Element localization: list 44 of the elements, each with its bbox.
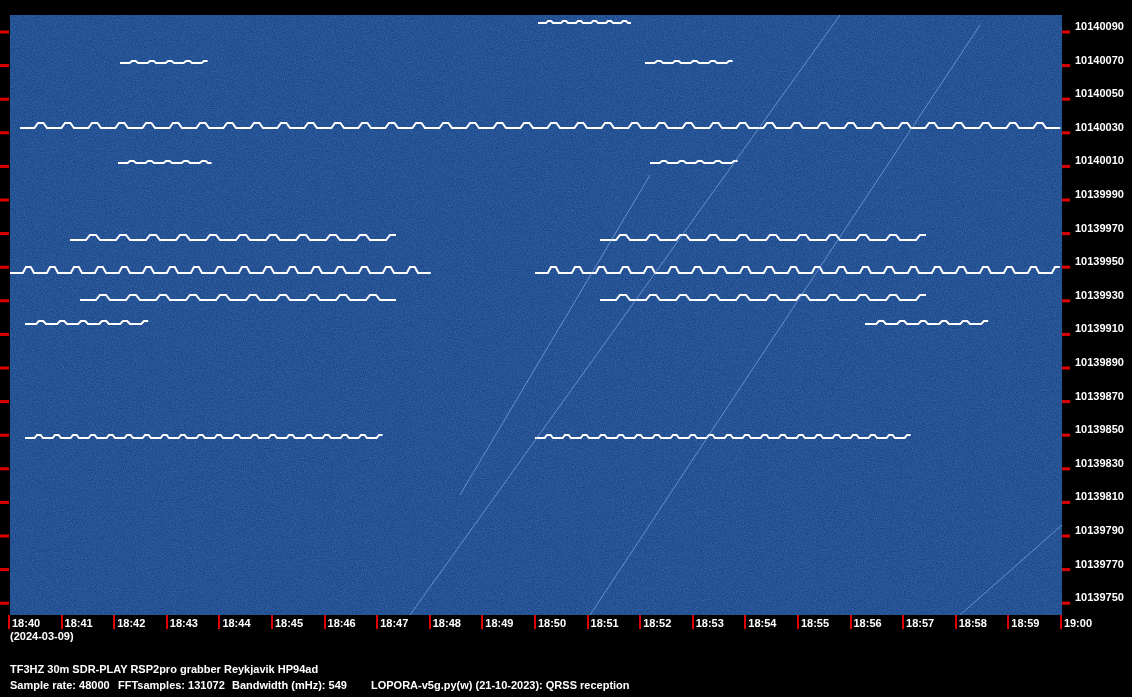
frequency-label: 10139870 <box>1075 388 1124 404</box>
time-label: 18:45 <box>270 615 304 629</box>
time-label: 18:48 <box>428 615 461 629</box>
time-label: 18:56 <box>849 615 882 629</box>
info-text: Sample rate: 48000 <box>10 678 111 693</box>
time-label: 18:46 <box>323 615 356 629</box>
frequency-label: 10139830 <box>1075 455 1124 471</box>
frequency-label: 10140030 <box>1075 119 1124 135</box>
frequency-label: 10139810 <box>1075 489 1124 505</box>
info-text: Bandwidth (mHz): 549 <box>232 678 348 693</box>
frequency-label: 10140050 <box>1075 86 1124 102</box>
station-title: TF3HZ 30m SDR-PLAY RSP2pro grabber Reykjavik HP94ad <box>9 662 320 677</box>
info-text: LOPORA-v5g.py(w) (21-10-2023): QRSS reception <box>371 678 630 693</box>
frequency-label: 10139950 <box>1075 254 1124 270</box>
time-label: 18:52 <box>639 615 672 629</box>
time-label: 18:53 <box>691 615 724 629</box>
frequency-label: 10139910 <box>1075 321 1124 337</box>
info-text: FFTsamples: 131072 <box>118 678 226 693</box>
time-label: 18:49 <box>481 615 514 629</box>
time-label: 18:43 <box>165 615 198 629</box>
frequency-label: 10139890 <box>1075 354 1124 370</box>
date-label: (2024-03-09) <box>9 629 75 643</box>
time-label: 19:00 <box>1059 615 1092 629</box>
time-label: 18:44 <box>218 615 251 629</box>
frequency-label: 10139970 <box>1075 220 1124 236</box>
time-label: 18:42 <box>113 615 146 629</box>
time-label: 18:59 <box>1007 615 1040 629</box>
frequency-label: 10139930 <box>1075 287 1124 303</box>
frequency-label: 10139850 <box>1075 422 1124 438</box>
time-label: 18:41 <box>60 615 93 629</box>
time-label: 18:58 <box>954 615 987 629</box>
frequency-label: 10139990 <box>1075 186 1124 202</box>
time-label: 18:55 <box>796 615 830 629</box>
time-label: 18:57 <box>902 615 935 629</box>
time-label: 18:50 <box>533 615 567 629</box>
time-label: 18:51 <box>586 615 619 629</box>
frequency-label: 10140070 <box>1075 52 1124 68</box>
frequency-label: 10139790 <box>1075 522 1124 538</box>
time-label: 18:47 <box>376 615 409 629</box>
frequency-label: 10139770 <box>1075 556 1124 572</box>
time-label: 18:54 <box>744 615 777 629</box>
time-label: 18:40 <box>8 615 41 629</box>
frequency-label: 10140090 <box>1075 19 1124 34</box>
frequency-label: 10140010 <box>1075 153 1124 169</box>
